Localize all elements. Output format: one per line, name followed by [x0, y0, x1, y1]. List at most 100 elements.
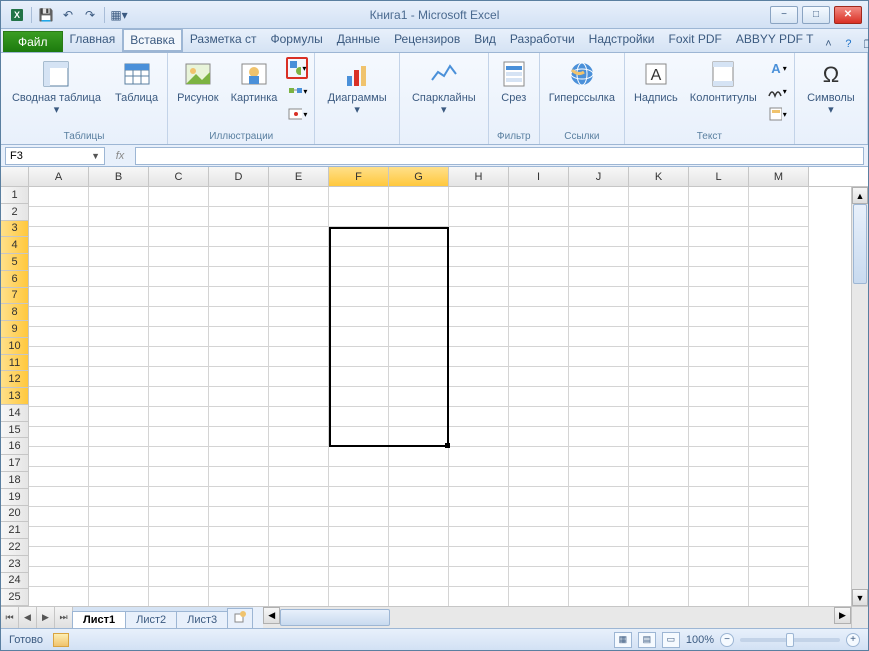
horizontal-scrollbar[interactable]: ◀ ▶ [263, 607, 851, 628]
cell-B1[interactable] [89, 187, 149, 207]
cell-G3[interactable] [389, 227, 449, 247]
col-header-H[interactable]: H [449, 167, 509, 186]
cell-I4[interactable] [509, 247, 569, 267]
tab-разработчи[interactable]: Разработчи [503, 28, 582, 52]
cell-M3[interactable] [749, 227, 809, 247]
redo-icon[interactable]: ↷ [80, 5, 100, 25]
row-header-4[interactable]: 4 [1, 237, 29, 254]
excel-icon[interactable]: X [7, 5, 27, 25]
hscroll-thumb[interactable] [280, 609, 390, 626]
cell-C5[interactable] [149, 267, 209, 287]
cell-D6[interactable] [209, 287, 269, 307]
cell-A1[interactable] [29, 187, 89, 207]
cell-L19[interactable] [689, 547, 749, 567]
cell-G16[interactable] [389, 487, 449, 507]
cell-L11[interactable] [689, 387, 749, 407]
cell-M14[interactable] [749, 447, 809, 467]
wordart-button[interactable]: A▾ [766, 57, 788, 79]
cell-J2[interactable] [569, 207, 629, 227]
cell-E1[interactable] [269, 187, 329, 207]
cell-B12[interactable] [89, 407, 149, 427]
cell-C8[interactable] [149, 327, 209, 347]
hyperlink-button[interactable]: Гиперссылка [544, 55, 620, 107]
cell-H14[interactable] [449, 447, 509, 467]
cell-C18[interactable] [149, 527, 209, 547]
sheet-prev-icon[interactable]: ◀ [19, 607, 37, 628]
cell-C21[interactable] [149, 587, 209, 606]
cell-M9[interactable] [749, 347, 809, 367]
tab-file[interactable]: Файл [3, 31, 63, 52]
cell-M18[interactable] [749, 527, 809, 547]
row-header-11[interactable]: 11 [1, 355, 29, 372]
cell-F19[interactable] [329, 547, 389, 567]
cell-I10[interactable] [509, 367, 569, 387]
help-icon[interactable]: ? [840, 36, 856, 52]
cell-K14[interactable] [629, 447, 689, 467]
cell-I15[interactable] [509, 467, 569, 487]
cell-I18[interactable] [509, 527, 569, 547]
cell-J21[interactable] [569, 587, 629, 606]
cell-K6[interactable] [629, 287, 689, 307]
cell-B9[interactable] [89, 347, 149, 367]
row-header-24[interactable]: 24 [1, 573, 29, 590]
pivot-table-button[interactable]: Сводная таблица ▾ [5, 55, 108, 119]
cell-H21[interactable] [449, 587, 509, 606]
cell-H10[interactable] [449, 367, 509, 387]
cell-M2[interactable] [749, 207, 809, 227]
cell-J10[interactable] [569, 367, 629, 387]
cell-D8[interactable] [209, 327, 269, 347]
cell-I14[interactable] [509, 447, 569, 467]
cell-I1[interactable] [509, 187, 569, 207]
cell-F6[interactable] [329, 287, 389, 307]
tab-разметка ст[interactable]: Разметка ст [183, 28, 264, 52]
cell-L3[interactable] [689, 227, 749, 247]
cell-D2[interactable] [209, 207, 269, 227]
cell-J14[interactable] [569, 447, 629, 467]
cell-A13[interactable] [29, 427, 89, 447]
cell-L17[interactable] [689, 507, 749, 527]
cell-I13[interactable] [509, 427, 569, 447]
cell-M11[interactable] [749, 387, 809, 407]
cell-I21[interactable] [509, 587, 569, 606]
cell-L1[interactable] [689, 187, 749, 207]
cell-L21[interactable] [689, 587, 749, 606]
cell-D14[interactable] [209, 447, 269, 467]
cell-K17[interactable] [629, 507, 689, 527]
cell-H17[interactable] [449, 507, 509, 527]
cell-L18[interactable] [689, 527, 749, 547]
cell-H2[interactable] [449, 207, 509, 227]
cell-D10[interactable] [209, 367, 269, 387]
cell-B18[interactable] [89, 527, 149, 547]
cell-B20[interactable] [89, 567, 149, 587]
cell-F17[interactable] [329, 507, 389, 527]
tab-главная[interactable]: Главная [63, 28, 123, 52]
cell-L15[interactable] [689, 467, 749, 487]
cell-G13[interactable] [389, 427, 449, 447]
cell-E17[interactable] [269, 507, 329, 527]
cell-F8[interactable] [329, 327, 389, 347]
view-normal-icon[interactable]: ▦ [614, 632, 632, 648]
sheet-next-icon[interactable]: ▶ [37, 607, 55, 628]
symbols-button[interactable]: ΩСимволы ▾ [799, 55, 863, 119]
cell-I19[interactable] [509, 547, 569, 567]
cell-E2[interactable] [269, 207, 329, 227]
cell-I12[interactable] [509, 407, 569, 427]
col-header-I[interactable]: I [509, 167, 569, 186]
cell-C1[interactable] [149, 187, 209, 207]
cell-D21[interactable] [209, 587, 269, 606]
cell-J16[interactable] [569, 487, 629, 507]
cell-K13[interactable] [629, 427, 689, 447]
cell-D19[interactable] [209, 547, 269, 567]
cell-H12[interactable] [449, 407, 509, 427]
col-header-L[interactable]: L [689, 167, 749, 186]
cell-B14[interactable] [89, 447, 149, 467]
cell-D16[interactable] [209, 487, 269, 507]
cell-M7[interactable] [749, 307, 809, 327]
view-page-break-icon[interactable]: ▭ [662, 632, 680, 648]
sheet-tab-Лист3[interactable]: Лист3 [176, 611, 228, 628]
row-header-8[interactable]: 8 [1, 304, 29, 321]
cell-G21[interactable] [389, 587, 449, 606]
cell-H3[interactable] [449, 227, 509, 247]
cell-H4[interactable] [449, 247, 509, 267]
cell-F2[interactable] [329, 207, 389, 227]
